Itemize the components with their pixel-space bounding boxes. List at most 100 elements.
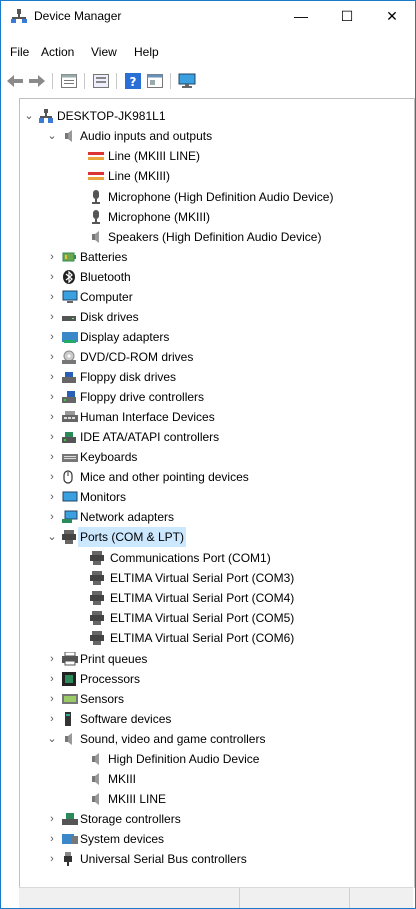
chevron-right-icon[interactable]: ›	[46, 267, 58, 287]
chevron-down-icon[interactable]: ⌄	[23, 106, 35, 126]
tree-device-label: High Definition Audio Device	[108, 752, 260, 766]
computer-network-icon	[39, 109, 53, 123]
chevron-right-icon[interactable]: ›	[46, 347, 58, 367]
properties-icon[interactable]	[59, 71, 79, 91]
port-icon	[90, 611, 104, 625]
tree-category-label: Network adapters	[80, 510, 175, 524]
tree-category-label: Sensors	[80, 692, 125, 706]
toolbar-separator	[52, 73, 53, 89]
tree-device-label: ELTIMA Virtual Serial Port (COM5)	[110, 611, 295, 625]
tree-category-label: Audio inputs and outputs	[80, 129, 213, 143]
chevron-right-icon[interactable]: ›	[46, 447, 58, 467]
processor-icon	[62, 672, 76, 686]
usb-icon	[62, 852, 76, 866]
status-bar-divider	[239, 888, 240, 908]
device-tree: ⌄ DESKTOP-JK981L1 ⌄ Audio inputs and out…	[19, 98, 415, 888]
tree-device-label: MKIII LINE	[108, 792, 167, 806]
chevron-right-icon[interactable]: ›	[46, 327, 58, 347]
speaker-icon	[90, 230, 104, 244]
printer-icon	[62, 651, 78, 666]
help-icon[interactable]: ?	[123, 71, 143, 91]
ide-controller-icon	[62, 430, 76, 444]
menu-action[interactable]: Action	[41, 45, 74, 59]
tree-category-label: Keyboards	[80, 450, 138, 464]
speaker-icon	[90, 752, 104, 766]
window-title: Device Manager	[34, 9, 122, 23]
toolbar-separator	[116, 73, 117, 89]
computer-icon	[62, 290, 78, 304]
toolbar-separator	[84, 73, 85, 89]
tree-device-label: Communications Port (COM1)	[110, 551, 271, 565]
display-adapter-icon	[62, 330, 78, 344]
disk-drive-icon	[62, 310, 76, 324]
chevron-right-icon[interactable]: ›	[46, 809, 58, 829]
tree-device-label: ELTIMA Virtual Serial Port (COM3)	[110, 571, 295, 585]
status-bar-divider	[349, 888, 350, 908]
dvd-drive-icon	[62, 350, 76, 364]
speaker-icon	[90, 792, 104, 806]
minimize-button[interactable]: —	[278, 1, 324, 31]
tree-category-label: Universal Serial Bus controllers	[80, 852, 247, 866]
tree-category-label: Bluetooth	[80, 270, 131, 284]
floppy-controller-icon	[62, 390, 76, 404]
tree-category-label: Display adapters	[80, 330, 170, 344]
chevron-down-icon[interactable]: ⌄	[46, 126, 58, 146]
chevron-right-icon[interactable]: ›	[46, 387, 58, 407]
system-device-icon	[62, 832, 78, 846]
monitor-icon	[62, 490, 78, 504]
tree-category-label: Computer	[80, 290, 133, 304]
back-icon[interactable]	[5, 71, 25, 91]
close-button[interactable]: ✕	[369, 1, 415, 31]
maximize-button[interactable]: ☐	[324, 1, 370, 31]
device-manager-window: Device Manager — ☐ ✕ File Action View He…	[0, 0, 416, 909]
speaker-icon	[62, 129, 76, 143]
tree-category-label: Software devices	[80, 712, 172, 726]
update-driver-icon[interactable]	[91, 71, 111, 91]
chevron-right-icon[interactable]: ›	[46, 487, 58, 507]
tree-category-label: Ports (COM & LPT)	[78, 527, 187, 547]
hid-keyboard-icon	[62, 410, 78, 424]
network-adapter-icon	[62, 510, 78, 524]
monitor-icon[interactable]	[177, 71, 197, 91]
port-icon	[90, 571, 104, 585]
chevron-right-icon[interactable]: ›	[46, 649, 58, 669]
tree-device-label: Speakers (High Definition Audio Device)	[108, 230, 322, 244]
tree-category-label: Sound, video and game controllers	[80, 732, 266, 746]
chevron-right-icon[interactable]: ›	[46, 247, 58, 267]
tree-category-label: System devices	[80, 832, 165, 846]
chevron-right-icon[interactable]: ›	[46, 669, 58, 689]
chevron-right-icon[interactable]: ›	[46, 709, 58, 729]
chevron-right-icon[interactable]: ›	[46, 849, 58, 869]
chevron-right-icon[interactable]: ›	[46, 367, 58, 387]
chevron-right-icon[interactable]: ›	[46, 689, 58, 709]
toolbar-separator	[170, 73, 171, 89]
forward-icon[interactable]	[27, 71, 47, 91]
tree-device-label: Microphone (MKIII)	[108, 210, 211, 224]
chevron-right-icon[interactable]: ›	[46, 287, 58, 307]
tree-node-label: DESKTOP-JK981L1	[57, 109, 166, 123]
sensor-icon	[62, 692, 78, 706]
tree-category-label: Floppy disk drives	[80, 370, 177, 384]
svg-text:?: ?	[130, 75, 137, 89]
menu-help[interactable]: Help	[134, 45, 159, 59]
chevron-down-icon[interactable]: ⌄	[46, 729, 58, 749]
chevron-down-icon[interactable]: ⌄	[46, 527, 58, 547]
speaker-icon	[62, 732, 76, 746]
menu-file[interactable]: File	[10, 45, 29, 59]
chevron-right-icon[interactable]: ›	[46, 507, 58, 527]
chevron-right-icon[interactable]: ›	[46, 829, 58, 849]
tree-category-label: Floppy drive controllers	[80, 390, 205, 404]
menu-view[interactable]: View	[91, 45, 117, 59]
keyboard-icon	[62, 450, 78, 464]
line-connector-icon	[88, 169, 104, 183]
microphone-icon	[90, 190, 104, 204]
chevron-right-icon[interactable]: ›	[46, 307, 58, 327]
chevron-right-icon[interactable]: ›	[46, 407, 58, 427]
tree-device-label: MKIII	[108, 772, 137, 786]
microphone-icon	[90, 210, 104, 224]
chevron-right-icon[interactable]: ›	[46, 427, 58, 447]
line-connector-icon	[88, 149, 104, 163]
show-hidden-icon[interactable]	[145, 71, 165, 91]
port-icon	[90, 591, 104, 605]
chevron-right-icon[interactable]: ›	[46, 467, 58, 487]
